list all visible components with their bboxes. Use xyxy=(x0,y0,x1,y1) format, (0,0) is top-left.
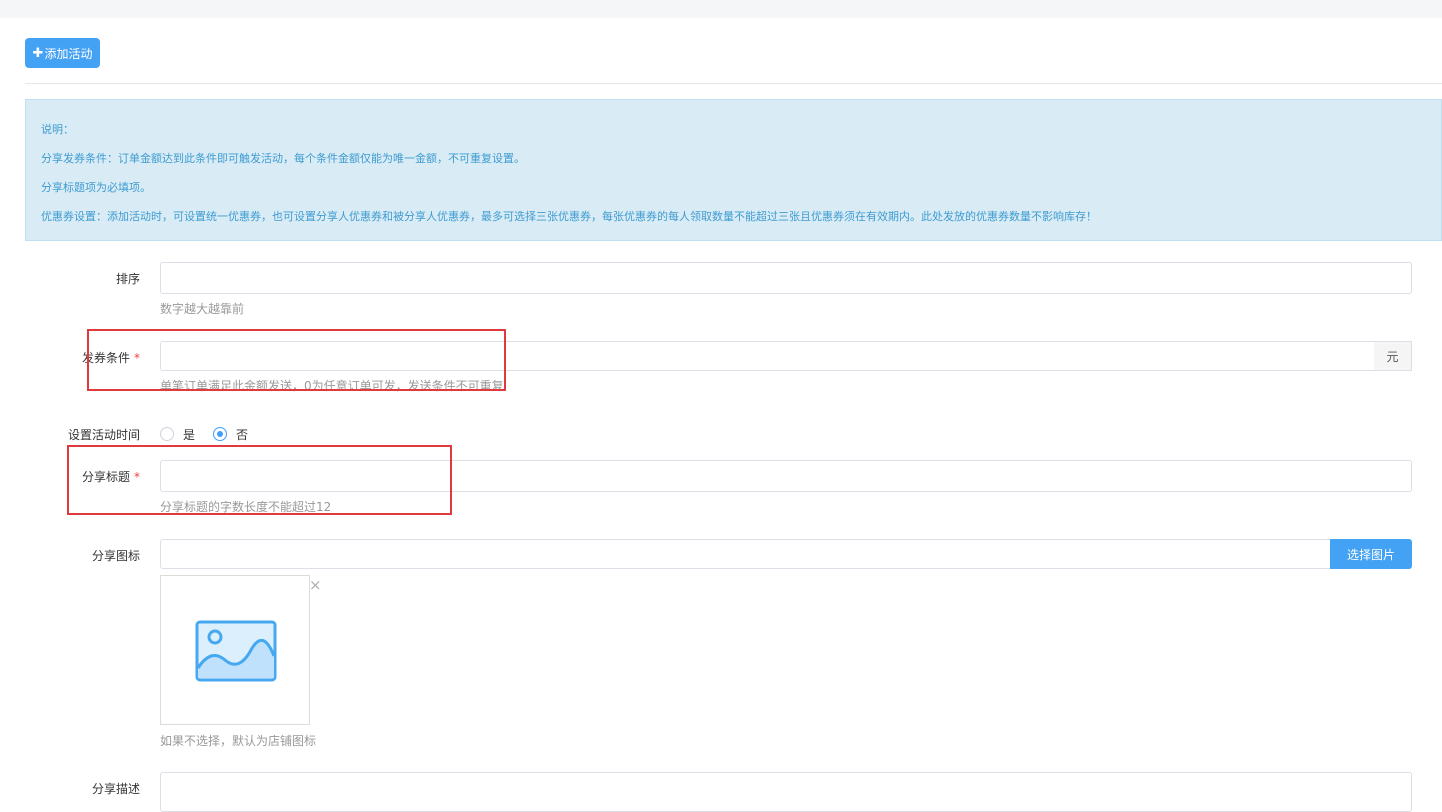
required-mark: * xyxy=(134,470,140,484)
currency-unit: 元 xyxy=(1374,341,1412,371)
required-mark: * xyxy=(134,351,140,365)
image-placeholder-icon xyxy=(195,620,277,682)
notice-panel: 说明： 分享发券条件：订单金额达到此条件即可触发活动，每个条件金额仅能为唯一金额… xyxy=(25,99,1442,241)
add-activity-label: 添加活动 xyxy=(44,46,93,61)
condition-hint: 单笔订单满足此金额发送，0为任意订单可发，发送条件不可重复 xyxy=(160,379,504,393)
share-icon-input[interactable] xyxy=(160,539,1331,569)
sort-input[interactable] xyxy=(160,262,1412,294)
share-title-hint: 分享标题的字数长度不能超过12 xyxy=(160,500,332,514)
sort-label: 排序 xyxy=(115,272,140,286)
close-icon[interactable]: × xyxy=(309,578,322,593)
share-desc-input[interactable] xyxy=(160,772,1412,812)
image-preview xyxy=(160,575,310,725)
divider xyxy=(25,83,1442,84)
notice-line: 分享标题项为必填项。 xyxy=(41,181,151,194)
select-image-button[interactable]: 选择图片 xyxy=(1330,539,1412,569)
share-title-input[interactable] xyxy=(160,460,1412,492)
radio-yes[interactable] xyxy=(160,427,174,441)
add-activity-button[interactable]: ✚ 添加活动 xyxy=(25,38,100,68)
share-icon-hint: 如果不选择，默认为店铺图标 xyxy=(160,734,317,748)
notice-line: 说明： xyxy=(41,123,74,136)
notice-line: 分享发券条件：订单金额达到此条件即可触发活动，每个条件金额仅能为唯一金额，不可重… xyxy=(41,152,525,165)
activity-time-radio-group: 是 否 xyxy=(160,424,266,444)
notice-line: 优惠券设置：添加活动时，可设置统一优惠券，也可设置分享人优惠券和被分享人优惠券，… xyxy=(41,210,1097,223)
radio-yes-label: 是 xyxy=(183,427,196,442)
condition-label: 发券条件 * xyxy=(81,351,140,365)
plus-icon: ✚ xyxy=(32,45,44,61)
share-desc-label: 分享描述 xyxy=(91,782,140,796)
sort-hint: 数字越大越靠前 xyxy=(160,302,245,316)
top-bar xyxy=(0,0,1442,18)
radio-no-label: 否 xyxy=(236,427,249,442)
activity-time-label: 设置活动时间 xyxy=(67,428,140,442)
share-icon-label: 分享图标 xyxy=(91,549,140,563)
condition-input[interactable] xyxy=(160,341,1375,371)
radio-no[interactable] xyxy=(213,427,228,441)
share-title-label: 分享标题 * xyxy=(81,470,140,484)
